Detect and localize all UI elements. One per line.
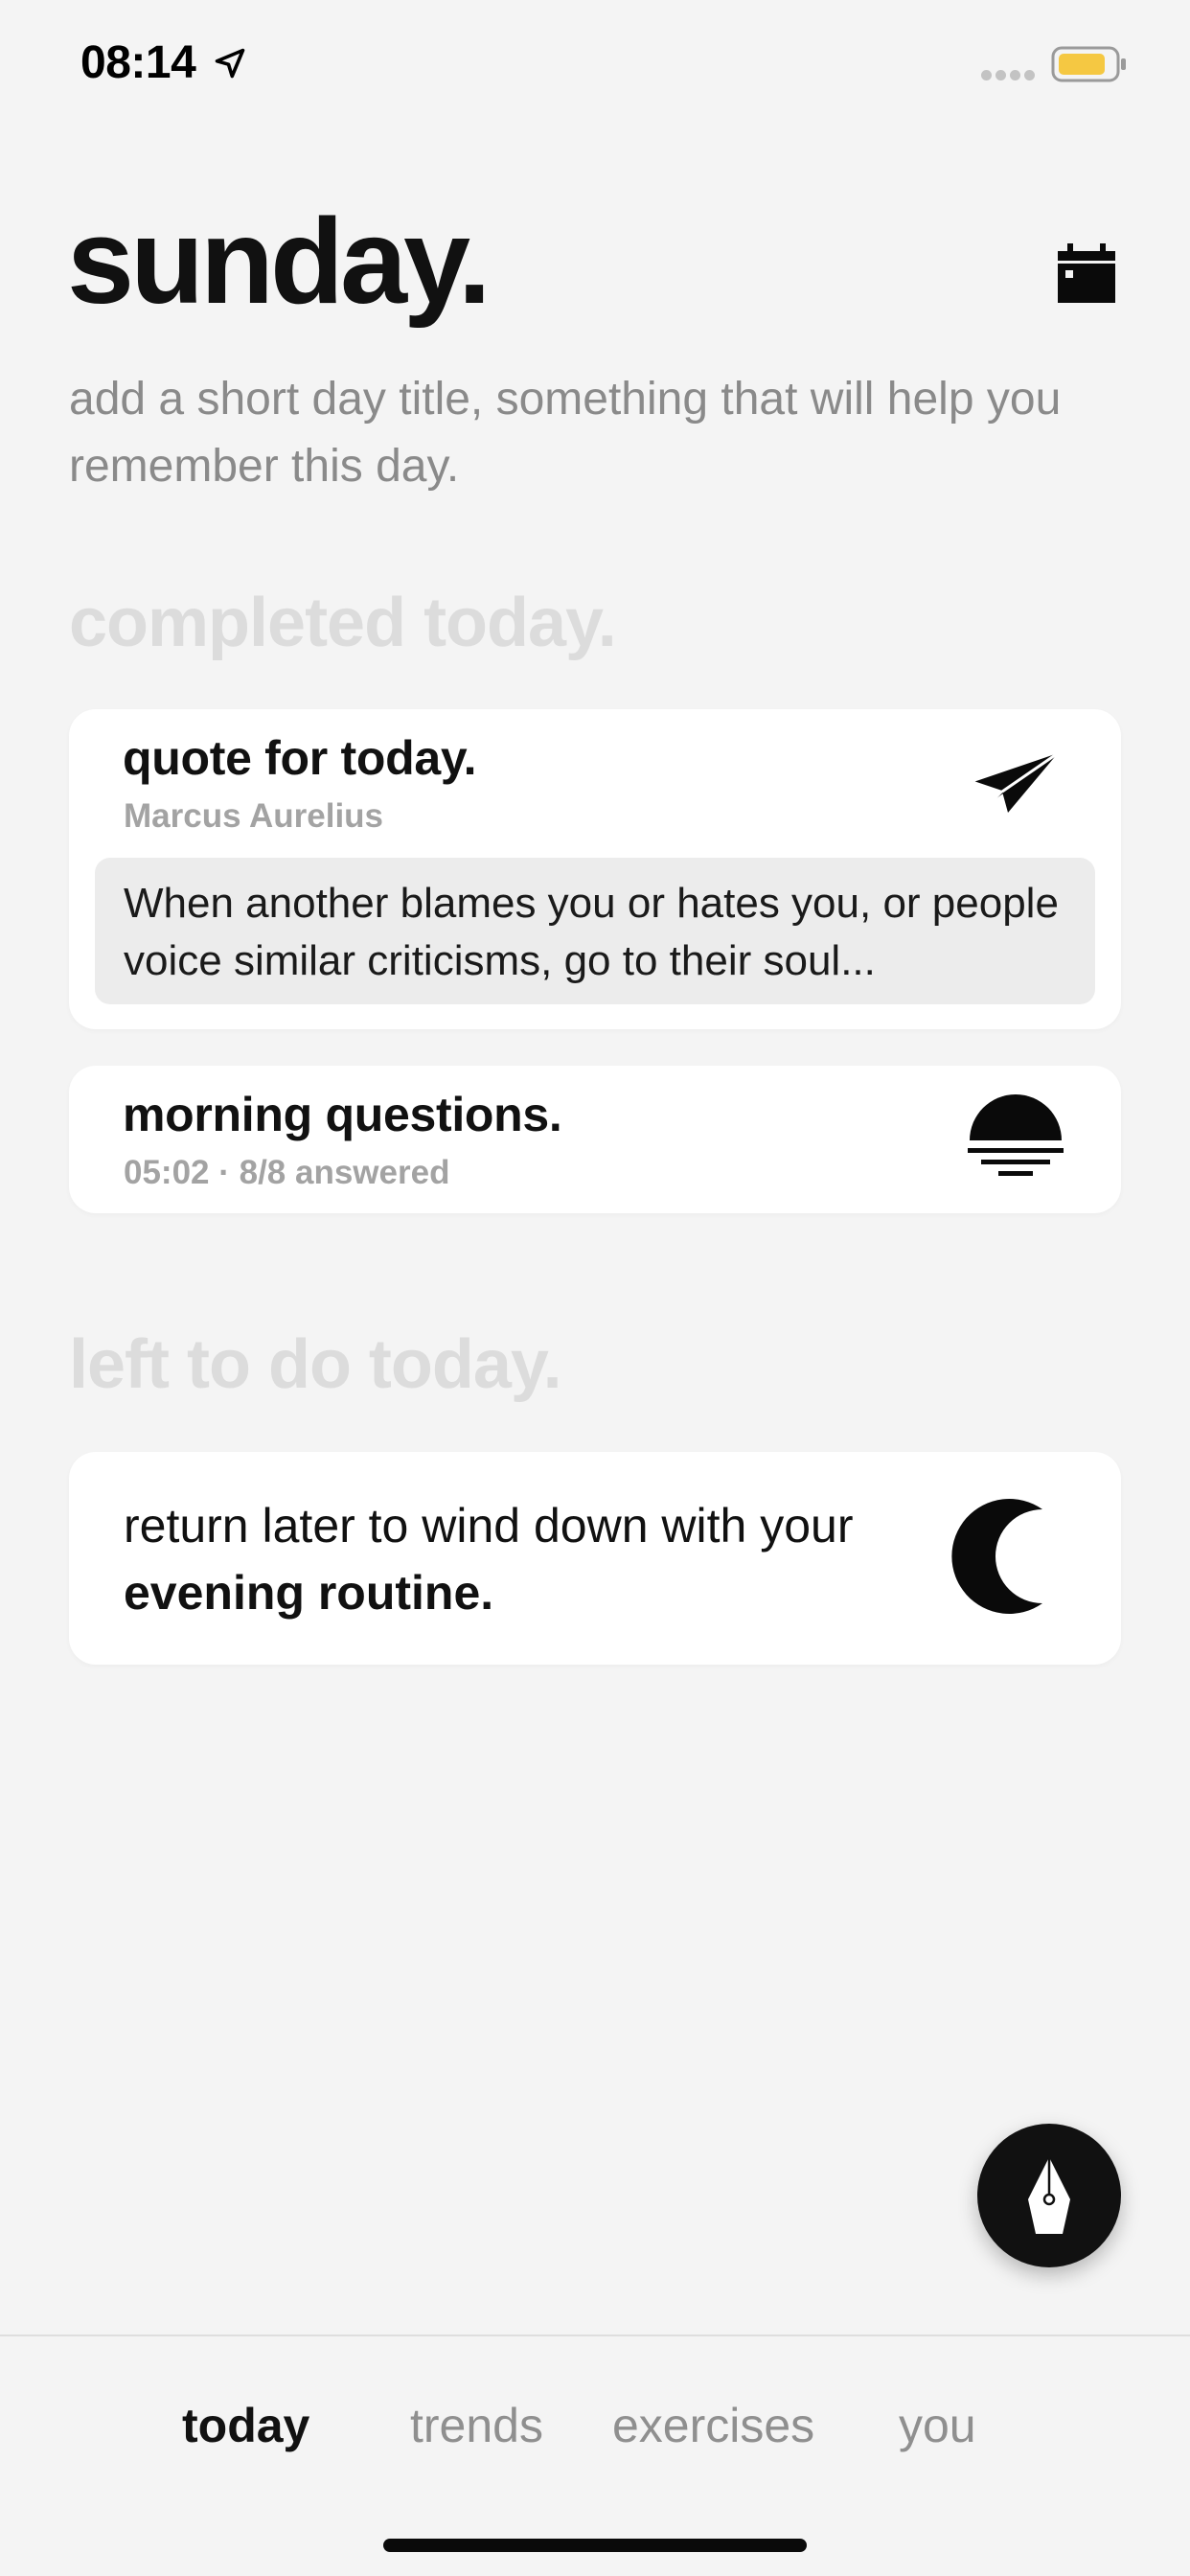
completed-today-heading: completed today.	[69, 585, 617, 661]
tab-today[interactable]: today	[182, 2398, 309, 2453]
quote-text: When another blames you or hates you, or…	[124, 880, 1059, 984]
calendar-button[interactable]	[1056, 243, 1117, 305]
quote-author: Marcus Aurelius	[124, 797, 384, 835]
moon-icon	[951, 1499, 1042, 1614]
quote-card[interactable]: quote for today. Marcus Aurelius When an…	[69, 709, 1121, 1029]
evening-routine-prompt: return later to wind down with your	[124, 1499, 854, 1552]
day-title-input[interactable]: add a short day title, something that wi…	[69, 366, 1104, 500]
evening-routine-label: evening routine.	[124, 1566, 494, 1620]
morning-card-title: morning questions.	[123, 1088, 562, 1141]
left-to-do-heading: left to do today.	[69, 1326, 562, 1403]
home-indicator	[383, 2539, 807, 2552]
paper-plane-icon	[973, 751, 1059, 813]
new-entry-button[interactable]	[977, 2124, 1121, 2267]
tab-trends[interactable]: trends	[410, 2398, 543, 2453]
quote-text-box: When another blames you or hates you, or…	[95, 858, 1095, 1004]
quote-card-title: quote for today.	[123, 731, 477, 785]
location-arrow-icon	[215, 48, 245, 79]
cellular-signal-icon	[981, 67, 1035, 80]
tab-you[interactable]: you	[899, 2398, 976, 2453]
morning-card-status: 05:02 · 8/8 answered	[124, 1154, 450, 1191]
tab-exercises[interactable]: exercises	[612, 2398, 814, 2453]
evening-routine-text: return later to wind down with your even…	[124, 1492, 909, 1626]
status-time: 08:14	[80, 37, 196, 88]
evening-routine-card[interactable]: return later to wind down with your even…	[69, 1452, 1121, 1665]
morning-questions-card[interactable]: morning questions. 05:02 · 8/8 answered	[69, 1066, 1121, 1213]
sunrise-icon	[968, 1094, 1064, 1176]
page-title: sunday.	[67, 194, 492, 329]
status-bar: 08:14	[0, 0, 1190, 129]
fountain-pen-icon	[1028, 2157, 1070, 2234]
battery-icon	[1051, 46, 1126, 82]
calendar-icon	[1058, 243, 1115, 303]
